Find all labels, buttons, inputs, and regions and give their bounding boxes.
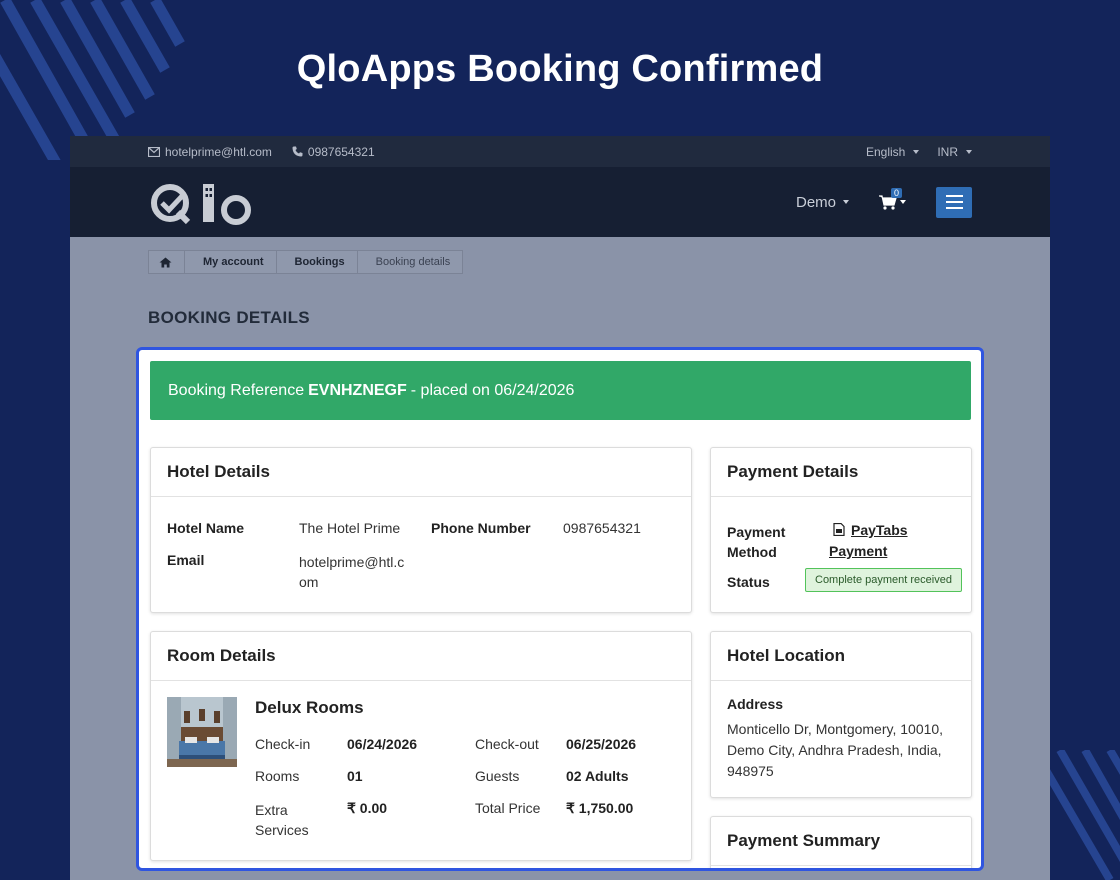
topbar-phone-text: 0987654321: [307, 144, 375, 159]
hotel-location-panel: Hotel Location Address Monticello Dr, Mo…: [710, 631, 972, 798]
hotel-name-value: The Hotel Prime: [299, 520, 401, 536]
breadcrumb-home[interactable]: [149, 251, 185, 273]
payment-details-panel: Payment Details Payment Method PayTabs P…: [710, 447, 972, 613]
checkout-value: 06/25/2026: [566, 736, 637, 752]
hotel-details-panel: Hotel Details Hotel Name The Hotel Prime…: [150, 447, 692, 613]
extra-services-label: Extra Services: [255, 802, 309, 838]
envelope-icon: [148, 146, 160, 157]
email-label: Email: [167, 552, 205, 568]
booking-details-card: Booking Reference EVNHZNEGF - placed on …: [136, 347, 984, 871]
page-headline: QloApps Booking Confirmed: [296, 48, 824, 90]
hotel-location-title: Hotel Location: [711, 632, 971, 681]
payment-method-label: Payment Method: [727, 524, 786, 560]
alert-prefix: Booking Reference: [168, 381, 305, 399]
language-label: English: [865, 144, 906, 159]
chevron-down-icon: [900, 200, 906, 204]
pdf-icon: [833, 522, 845, 537]
checkin-value: 06/24/2026: [347, 736, 418, 752]
decorative-stripes-bottom-right: [1040, 750, 1120, 880]
room-image[interactable]: [167, 697, 237, 767]
user-menu[interactable]: Demo: [796, 194, 849, 211]
hotel-name-label: Hotel Name: [167, 520, 245, 536]
extra-services-value: ₹ 0.00: [347, 800, 388, 816]
address-value: Monticello Dr, Montgomery, 10010, Demo C…: [727, 721, 944, 779]
guests-value: 02 Adults: [566, 768, 629, 784]
currency-dropdown[interactable]: INR: [937, 145, 972, 159]
topbar-email-text: hotelprime@htl.com: [165, 144, 272, 159]
language-dropdown[interactable]: English: [865, 144, 920, 159]
breadcrumb: My account Bookings Booking details: [148, 250, 464, 274]
qlo-logo[interactable]: [148, 176, 258, 228]
alert-suffix: - placed on 06/24/2026: [410, 381, 575, 399]
currency-label: INR: [937, 144, 958, 159]
status-badge: Complete payment received: [805, 568, 962, 592]
address-label: Address: [727, 696, 784, 712]
cart-button[interactable]: 0: [879, 187, 906, 210]
guests-label: Guests: [475, 768, 520, 784]
room-name: Delux Rooms: [255, 698, 364, 717]
user-name: Demo: [795, 193, 836, 211]
status-label: Status: [727, 574, 770, 590]
qlo-logo-mark: [151, 184, 251, 225]
payment-method-link[interactable]: PayTabs Payment: [829, 520, 929, 562]
payment-summary-title: Payment Summary: [711, 817, 971, 866]
phone-number-value: 0987654321: [563, 520, 641, 536]
topbar-phone[interactable]: 0987654321: [292, 145, 375, 159]
payment-summary-panel: Payment Summary: [710, 816, 972, 868]
room-details-title: Room Details: [151, 632, 691, 681]
page-title: BOOKING DETAILS: [148, 308, 310, 327]
rooms-label: Rooms: [255, 768, 300, 784]
home-icon: [159, 257, 172, 267]
topbar-email[interactable]: hotelprime@htl.com: [148, 145, 272, 159]
total-price-label: Total Price: [475, 800, 541, 816]
hotel-details-title: Hotel Details: [151, 448, 691, 497]
phone-icon: [292, 146, 303, 157]
chevron-down-icon: [966, 149, 972, 154]
breadcrumb-booking-details: Booking details: [375, 256, 451, 268]
chevron-down-icon: [843, 200, 849, 204]
breadcrumb-my-account[interactable]: My account: [185, 251, 277, 273]
breadcrumb-bookings[interactable]: Bookings: [277, 251, 358, 273]
room-details-panel: Room Details Delux Rooms Check-in 06/24/…: [150, 631, 692, 861]
payment-details-title: Payment Details: [711, 448, 971, 497]
email-value: hotelprime@htl.com: [299, 554, 405, 590]
top-contact-bar: hotelprime@htl.com 0987654321 English IN…: [70, 136, 1050, 167]
main-navbar: Demo 0: [70, 167, 1050, 237]
checkin-label: Check-in: [255, 736, 311, 752]
chevron-down-icon: [913, 149, 920, 154]
checkout-label: Check-out: [475, 736, 539, 752]
cart-count-badge: 0: [891, 187, 903, 198]
booking-confirmation-alert: Booking Reference EVNHZNEGF - placed on …: [150, 361, 971, 420]
phone-number-label: Phone Number: [431, 520, 531, 536]
rooms-value: 01: [347, 768, 363, 784]
booking-reference: EVNHZNEGF: [308, 381, 407, 399]
hamburger-icon[interactable]: [936, 186, 972, 218]
total-price-value: ₹ 1,750.00: [566, 800, 634, 816]
